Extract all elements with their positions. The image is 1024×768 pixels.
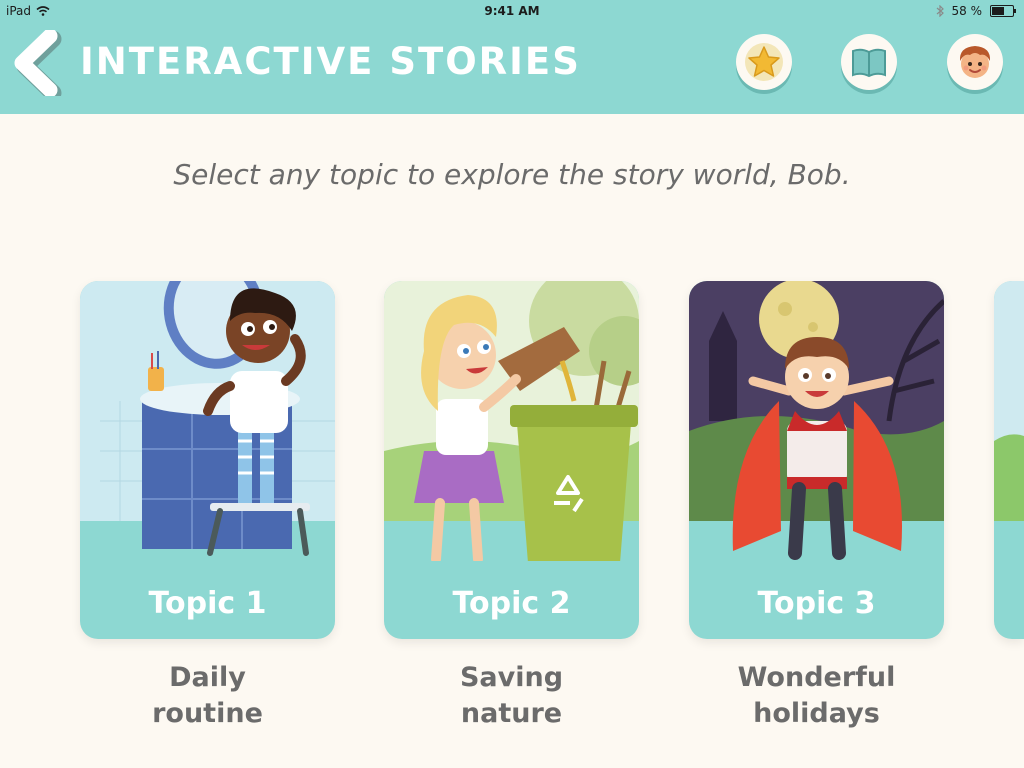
favorites-button[interactable] (736, 34, 792, 90)
topic-1-caption: Daily routine (80, 660, 335, 732)
topic-1-illustration (80, 281, 335, 561)
avatar-icon (959, 46, 991, 78)
topic-2-caption-line2: nature (460, 698, 563, 729)
topic-card-next-partial[interactable] (994, 281, 1024, 639)
bluetooth-icon (936, 5, 944, 17)
topic-card-2[interactable]: Topic 2 (384, 281, 639, 639)
page-subtitle: Select any topic to explore the story wo… (173, 158, 851, 191)
topic-3-caption: Wonderful holidays (689, 660, 944, 732)
topic-card-1[interactable]: Topic 1 (80, 281, 335, 639)
battery-icon (990, 5, 1016, 17)
back-button[interactable] (12, 28, 64, 102)
topic-2-caption-line1: Saving (459, 662, 564, 693)
topic-3-label: Topic 3 (757, 586, 876, 621)
topic-2-illustration (384, 281, 639, 561)
topic-1-caption-line2: routine (152, 698, 263, 729)
topic-1-label: Topic 1 (148, 586, 267, 621)
star-icon (745, 43, 783, 81)
status-bar: iPad 9:41 AM 58 % (0, 0, 1024, 22)
battery-percent: 58 % (951, 4, 983, 18)
topic-3-caption-line1: Wonderful (737, 662, 896, 693)
topic-3-caption-line2: holidays (753, 698, 880, 729)
topic-card-3[interactable]: Topic 3 (689, 281, 944, 639)
back-icon (14, 28, 62, 102)
topic-2-label: Topic 2 (452, 586, 571, 621)
battery-fill (992, 7, 1004, 15)
profile-button[interactable] (947, 34, 1003, 90)
topic-3-illustration (689, 281, 944, 561)
status-time: 9:41 AM (484, 4, 540, 18)
topic-4-illustration (994, 281, 1024, 561)
book-icon (852, 48, 886, 78)
topic-2-caption: Saving nature (384, 660, 639, 732)
topic-1-caption-line1: Daily (169, 662, 246, 693)
library-button[interactable] (841, 34, 897, 90)
page-title: INTERACTIVE STORIES (80, 40, 581, 83)
